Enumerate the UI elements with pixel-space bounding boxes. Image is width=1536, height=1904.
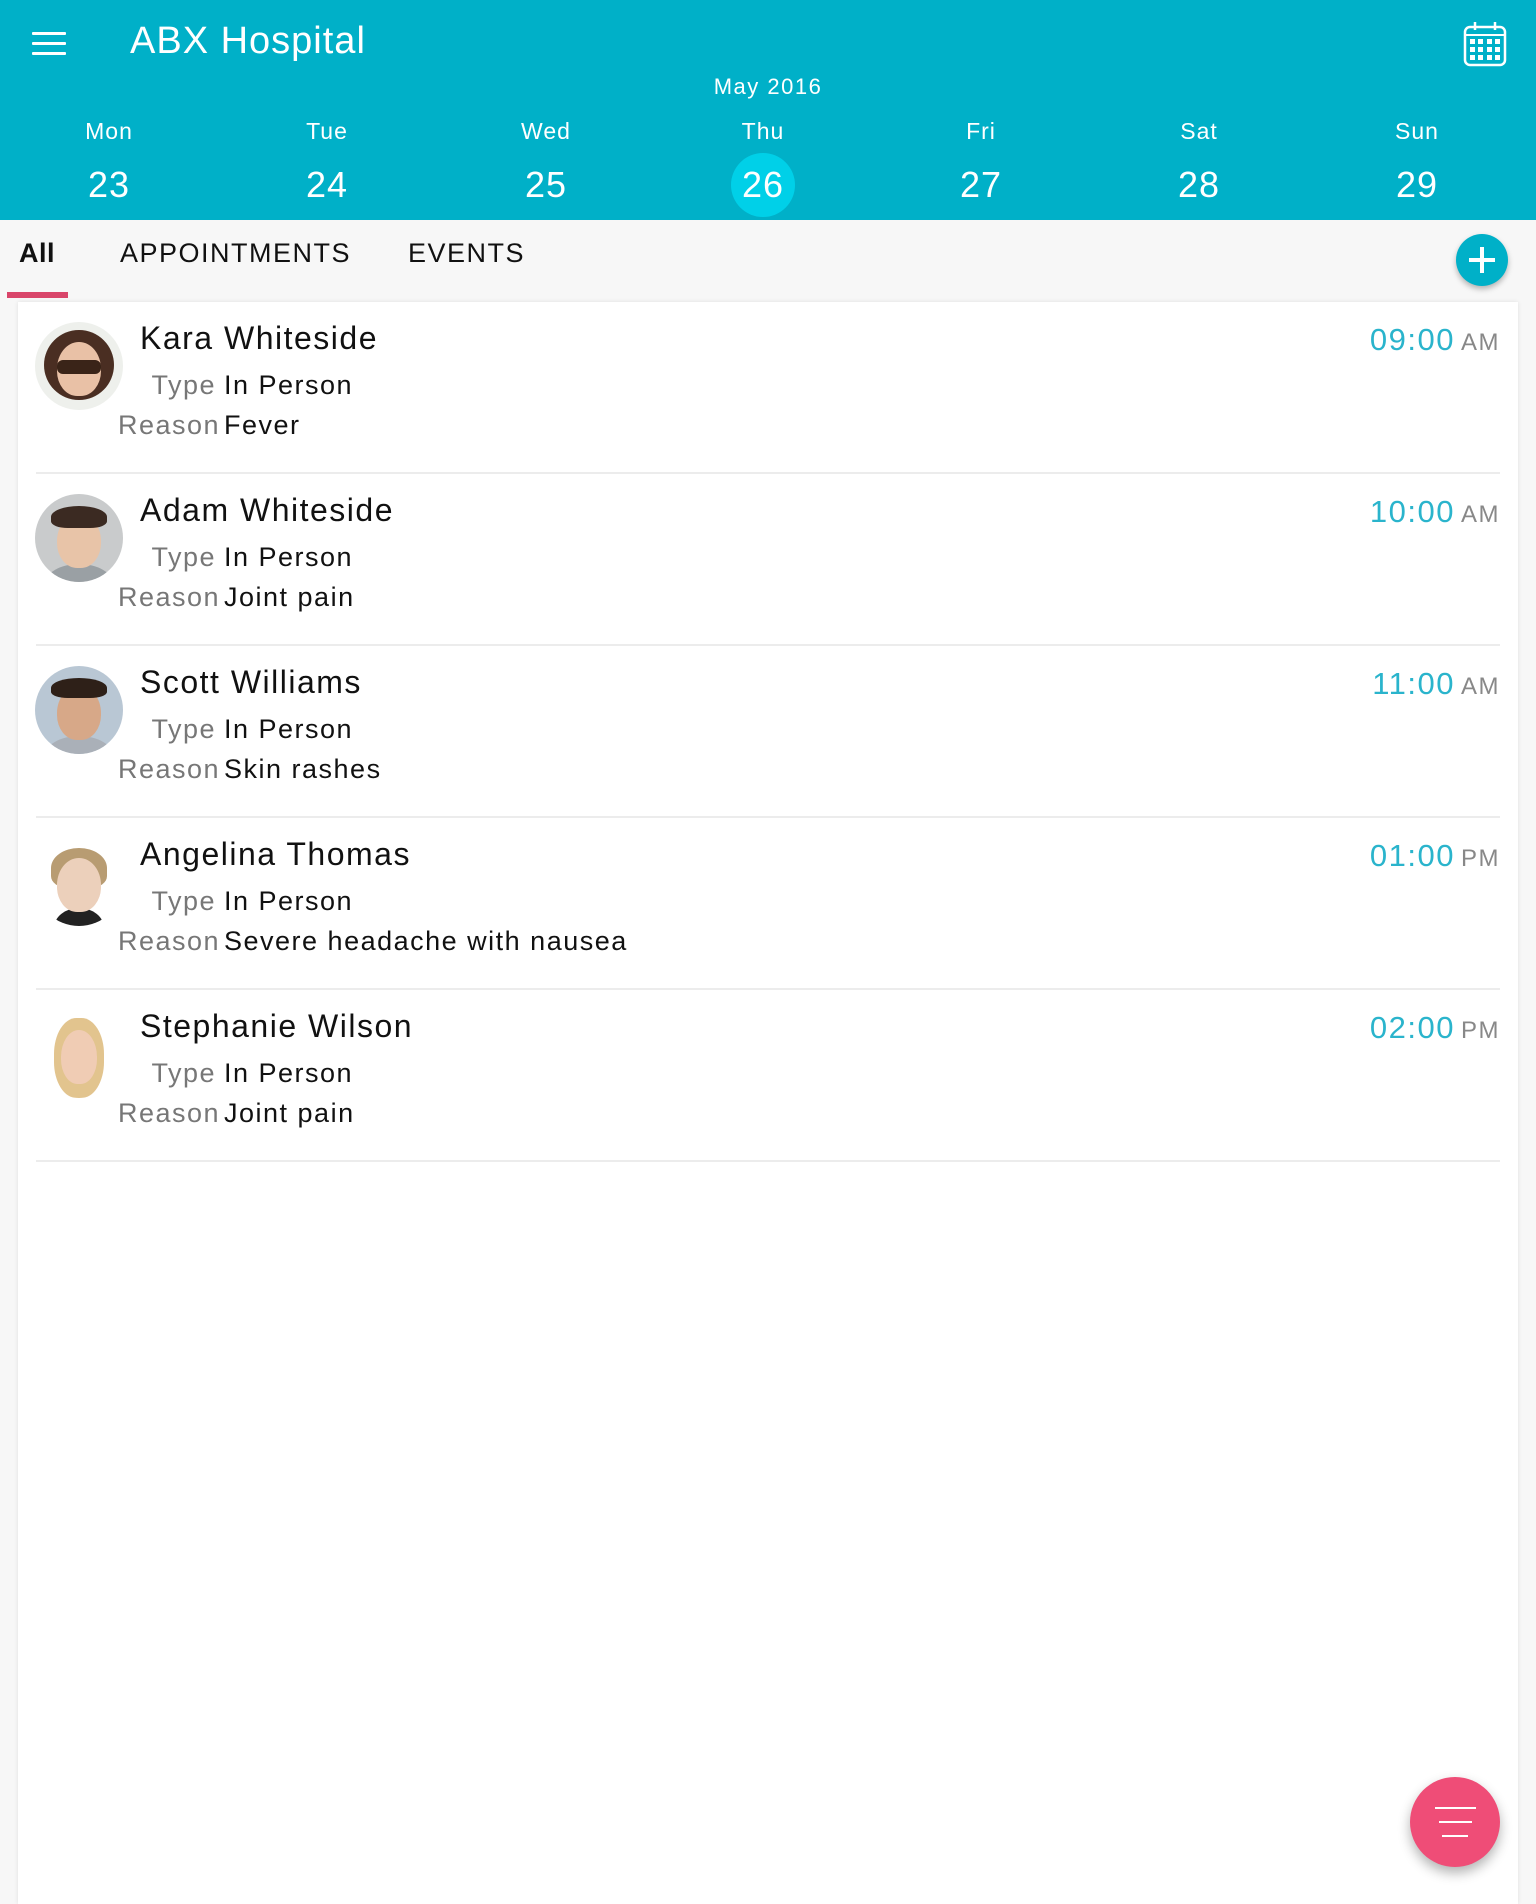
am-pm: AM xyxy=(1461,501,1500,528)
hamburger-menu-icon[interactable] xyxy=(30,30,70,58)
appointment-list: Kara Whiteside Type In Person Reason Fever… xyxy=(18,302,1518,1904)
appointment-time: 11:00 AM xyxy=(1372,666,1500,701)
day-name: Sat xyxy=(1180,118,1218,144)
day-name: Tue xyxy=(306,118,348,144)
reason-field: Reason Joint pain xyxy=(118,582,355,613)
reason-label: Reason xyxy=(118,410,221,440)
day-name: Fri xyxy=(966,118,996,144)
type-field: Type In Person xyxy=(118,370,353,401)
day-tue[interactable]: Tue 24 xyxy=(247,115,407,215)
active-tab-indicator xyxy=(7,292,68,298)
type-label: Type xyxy=(151,542,216,572)
appointment-time: 02:00 PM xyxy=(1369,1010,1500,1045)
day-number: 29 xyxy=(1395,164,1439,205)
filter-menu-icon xyxy=(1435,1807,1476,1809)
reason-value: Joint pain xyxy=(224,1098,355,1128)
day-name: Sun xyxy=(1395,118,1439,144)
avatar xyxy=(35,1010,123,1098)
reason-field: Reason Fever xyxy=(118,410,301,441)
tab-bar: All APPOINTMENTS EVENTS xyxy=(0,220,1536,302)
type-field: Type In Person xyxy=(118,714,353,745)
patient-name: Angelina Thomas xyxy=(140,836,411,872)
avatar xyxy=(35,666,123,754)
reason-label: Reason xyxy=(118,582,221,612)
reason-label: Reason xyxy=(118,926,221,956)
type-label: Type xyxy=(151,886,216,916)
avatar xyxy=(35,838,123,926)
tab-appointments[interactable]: APPOINTMENTS xyxy=(120,238,351,294)
appointment-time: 10:00 AM xyxy=(1369,494,1500,529)
reason-label: Reason xyxy=(118,754,221,784)
day-wed[interactable]: Wed 25 xyxy=(466,115,626,215)
am-pm: PM xyxy=(1461,845,1500,872)
day-sat[interactable]: Sat 28 xyxy=(1119,115,1279,215)
avatar xyxy=(35,494,123,582)
reason-field: Reason Joint pain xyxy=(118,1098,355,1129)
day-number: 25 xyxy=(524,164,568,205)
reason-field: Reason Skin rashes xyxy=(118,754,382,785)
day-sun[interactable]: Sun 29 xyxy=(1337,115,1497,215)
avatar xyxy=(35,322,123,410)
tab-all[interactable]: All xyxy=(19,238,55,294)
patient-name: Scott Williams xyxy=(140,664,362,700)
type-field: Type In Person xyxy=(118,886,353,917)
day-name: Mon xyxy=(85,118,133,144)
patient-name: Stephanie Wilson xyxy=(140,1008,414,1044)
reason-label: Reason xyxy=(118,1098,221,1128)
reason-value: Severe headache with nausea xyxy=(224,926,628,956)
day-name: Wed xyxy=(521,118,571,144)
type-value: In Person xyxy=(224,886,354,916)
selected-day-highlight: 26 xyxy=(731,153,795,217)
reason-value: Joint pain xyxy=(224,582,355,612)
type-field: Type In Person xyxy=(118,542,353,573)
type-value: In Person xyxy=(224,370,354,400)
tab-events[interactable]: EVENTS xyxy=(408,238,525,294)
day-number: 27 xyxy=(959,164,1003,205)
day-thu-selected[interactable]: Thu 26 xyxy=(683,115,843,217)
app-title: ABX Hospital xyxy=(130,20,366,62)
appointment-row[interactable]: Stephanie Wilson Type In Person Reason Joi… xyxy=(18,990,1518,1162)
appointment-row[interactable]: Adam Whiteside Type In Person Reason Joint… xyxy=(18,474,1518,646)
week-strip: Mon 23 Tue 24 Wed 25 Thu 26 Fri 27 Sat 2… xyxy=(0,115,1536,217)
day-number: 26 xyxy=(741,164,785,205)
type-label: Type xyxy=(151,714,216,744)
type-value: In Person xyxy=(224,1058,354,1088)
day-number: 24 xyxy=(305,164,349,205)
am-pm: PM xyxy=(1461,1017,1500,1044)
type-field: Type In Person xyxy=(118,1058,353,1089)
reason-field: Reason Severe headache with nausea xyxy=(118,926,628,957)
patient-name: Adam Whiteside xyxy=(140,492,394,528)
app-bar: ABX Hospital May 2016 Mon 23 Tue 24 Wed … xyxy=(0,0,1536,220)
day-number: 28 xyxy=(1177,164,1221,205)
add-button[interactable] xyxy=(1456,234,1508,286)
type-value: In Person xyxy=(224,542,354,572)
patient-name: Kara Whiteside xyxy=(140,320,378,356)
appointment-row[interactable]: Scott Williams Type In Person Reason Skin … xyxy=(18,646,1518,818)
type-value: In Person xyxy=(224,714,354,744)
day-mon[interactable]: Mon 23 xyxy=(29,115,189,215)
appointment-row[interactable]: Angelina Thomas Type In Person Reason Seve… xyxy=(18,818,1518,990)
filter-fab-button[interactable] xyxy=(1410,1777,1500,1867)
am-pm: AM xyxy=(1461,673,1500,700)
day-fri[interactable]: Fri 27 xyxy=(901,115,1061,215)
appointment-time: 09:00 AM xyxy=(1369,322,1500,357)
reason-value: Skin rashes xyxy=(224,754,382,784)
appointment-row[interactable]: Kara Whiteside Type In Person Reason Fever… xyxy=(18,302,1518,474)
type-label: Type xyxy=(151,370,216,400)
day-name: Thu xyxy=(741,118,785,144)
appointment-time: 01:00 PM xyxy=(1369,838,1500,873)
day-number: 23 xyxy=(87,164,131,205)
calendar-icon[interactable] xyxy=(1462,20,1508,68)
month-label: May 2016 xyxy=(713,74,823,99)
reason-value: Fever xyxy=(224,410,301,440)
type-label: Type xyxy=(151,1058,216,1088)
am-pm: AM xyxy=(1461,329,1500,356)
divider xyxy=(36,1160,1500,1162)
